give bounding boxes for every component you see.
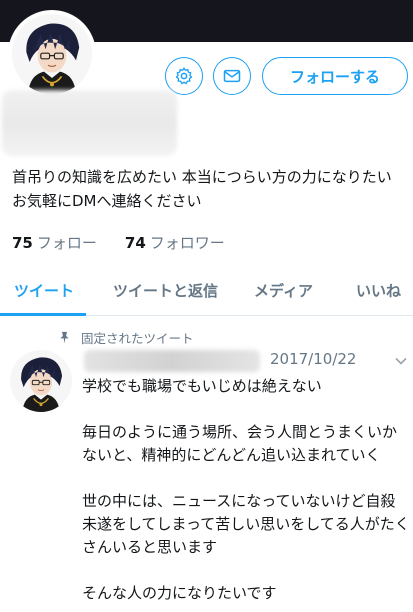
profile-tabs: ツイート ツイートと返信 メディア いいね	[0, 268, 413, 316]
tweet-paragraph: そんな人の力になりたいです	[82, 584, 277, 602]
tweet-paragraph: 世の中には、ニュースになっていないけど自殺未遂をしてしまって苦しい思いをしてる人…	[82, 492, 410, 556]
followers-count: 74	[124, 234, 146, 252]
profile-stats: 75 フォロー 74 フォロワー	[12, 232, 225, 253]
followers-label: フォロワー	[149, 234, 225, 252]
blurred-tweet-author	[84, 350, 260, 372]
pinned-text: 固定されたツイート	[81, 331, 194, 346]
following-count: 75	[12, 234, 33, 252]
profile-avatar[interactable]	[8, 10, 96, 98]
mail-icon	[223, 69, 241, 83]
tab-likes[interactable]: いいね	[356, 280, 401, 301]
tweet-avatar[interactable]	[10, 350, 72, 412]
tab-tweets-and-replies[interactable]: ツイートと返信	[113, 280, 218, 301]
following-stat[interactable]: 75 フォロー	[12, 232, 97, 253]
pin-icon	[60, 331, 69, 344]
message-button[interactable]	[213, 57, 251, 95]
chevron-down-icon[interactable]	[394, 354, 408, 368]
tweet-paragraph: 学校でも職場でもいじめは絶えない	[82, 377, 322, 395]
tweet-paragraph: 毎日のように通う場所、会う人間とうまくいかないと、精神的にどんどん追い込まれてい…	[82, 423, 398, 464]
pinned-tweet-label: 固定されたツイート	[58, 328, 194, 347]
followers-stat[interactable]: 74 フォロワー	[125, 232, 225, 253]
active-tab-indicator	[0, 313, 86, 316]
tweet-body: 学校でも職場でもいじめは絶えない 毎日のように通う場所、会う人間とうまくいかない…	[82, 375, 410, 612]
settings-button[interactable]	[165, 57, 203, 95]
anime-character-avatar-image	[10, 350, 72, 412]
anime-character-avatar-image	[12, 14, 92, 94]
tweet-date[interactable]: 2017/10/22	[270, 350, 356, 368]
tab-media[interactable]: メディア	[254, 280, 313, 301]
gear-icon	[175, 67, 193, 85]
following-label: フォロー	[36, 234, 97, 252]
blurred-display-name	[2, 90, 177, 156]
tab-tweets[interactable]: ツイート	[14, 280, 74, 301]
follow-button[interactable]: フォローする	[262, 57, 408, 95]
profile-bio: 首吊りの知識を広めたい 本当につらい方の力になりたい お気軽にDMへ連絡ください	[12, 168, 392, 210]
